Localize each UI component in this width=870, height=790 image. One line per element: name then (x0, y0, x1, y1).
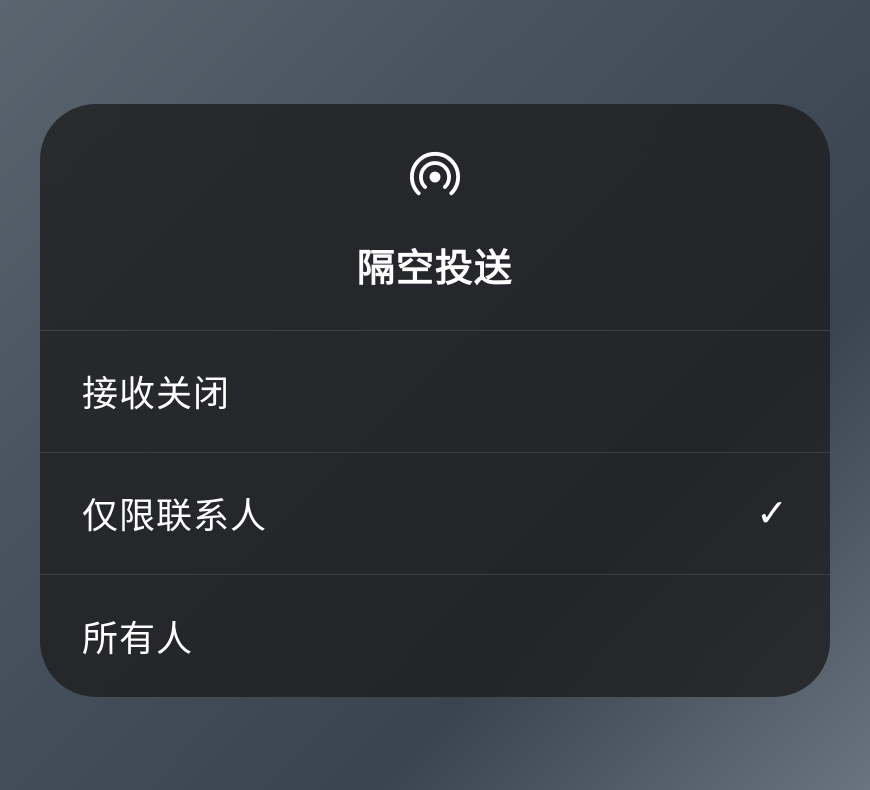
option-receiving-off[interactable]: 接收关闭 ✓ (40, 331, 830, 453)
airdrop-panel: 隔空投送 接收关闭 ✓ 仅限联系人 ✓ 所有人 ✓ (40, 104, 830, 697)
panel-title: 隔空投送 (357, 237, 513, 292)
option-contacts-only[interactable]: 仅限联系人 ✓ (40, 453, 830, 575)
panel-header: 隔空投送 (40, 104, 830, 331)
option-label: 仅限联系人 (82, 487, 267, 539)
option-everyone[interactable]: 所有人 ✓ (40, 575, 830, 697)
checkmark-icon: ✓ (756, 491, 788, 536)
option-label: 接收关闭 (82, 365, 230, 417)
option-label: 所有人 (82, 610, 193, 662)
airdrop-icon (406, 148, 464, 211)
